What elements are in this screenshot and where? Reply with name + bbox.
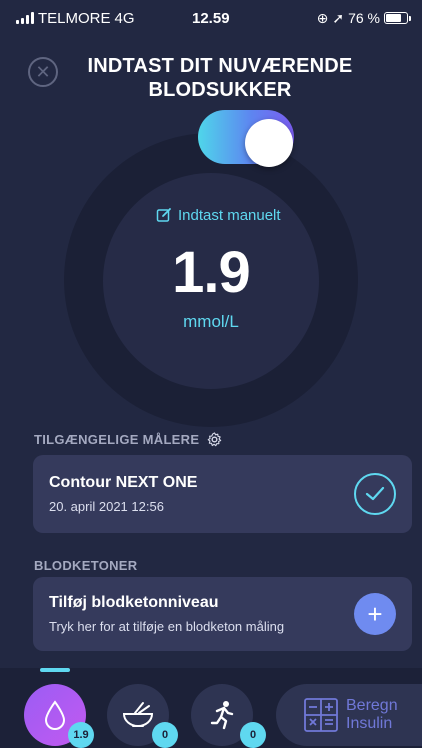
glucose-badge: 1.9 — [68, 722, 94, 748]
calculator-icon — [304, 698, 338, 732]
meters-section-title: TILGÆNGELIGE MÅLERE — [34, 432, 222, 447]
battery-fill — [386, 14, 402, 22]
carrier-name: TELMORE — [38, 9, 111, 27]
bowl-icon — [122, 702, 154, 727]
signal-icon — [16, 12, 34, 24]
add-ketone-button[interactable]: + — [354, 593, 396, 635]
meal-badge: 0 — [152, 722, 178, 748]
manual-entry-label: Indtast manuelt — [178, 206, 281, 224]
calculate-line2: Insulin — [346, 715, 393, 732]
running-icon — [210, 701, 234, 730]
drop-icon — [44, 700, 66, 730]
calculate-insulin-button[interactable]: Beregn Insulin — [276, 684, 422, 746]
meter-card[interactable]: Contour NEXT ONE 20. april 2021 12:56 — [33, 455, 412, 533]
status-bar: TELMORE 4G 12.59 ⊕ ➚ 76 % — [0, 0, 422, 36]
calculate-insulin-label: Beregn Insulin — [346, 697, 398, 733]
calculate-line1: Beregn — [346, 697, 398, 714]
glucose-unit: mmol/L — [183, 312, 239, 331]
page-title: INDTAST DIT NUVÆRENDE BLODSUKKER — [87, 55, 353, 101]
clock: 12.59 — [192, 9, 230, 27]
status-right: ⊕ ➚ 76 % — [316, 9, 411, 27]
ketone-title: Tilføj blodketonniveau — [49, 594, 219, 611]
meter-name: Contour NEXT ONE — [49, 474, 198, 491]
status-left: TELMORE 4G — [16, 10, 135, 27]
active-tab-indicator — [40, 668, 70, 672]
close-button[interactable]: ✕ — [28, 57, 58, 87]
battery-percent: 76 % — [348, 10, 380, 26]
toggle-knob[interactable] — [245, 119, 293, 167]
meter-selected-button[interactable] — [354, 473, 396, 515]
ketone-subtitle: Tryk her for at tilføje en blodketon mål… — [49, 619, 285, 634]
gear-icon[interactable] — [207, 432, 222, 447]
network-type: 4G — [114, 9, 135, 27]
plus-icon: + — [367, 599, 383, 629]
manual-entry-link[interactable]: Indtast manuelt — [156, 204, 296, 226]
orientation-lock-icon: ⊕ — [316, 9, 329, 26]
location-icon: ➚ — [332, 9, 345, 26]
meter-date: 20. april 2021 12:56 — [49, 499, 164, 514]
glucose-value[interactable]: 1.9 — [130, 240, 292, 306]
battery-icon — [384, 12, 411, 24]
edit-icon — [156, 208, 171, 222]
meters-section-label: TILGÆNGELIGE MÅLERE — [34, 432, 200, 447]
close-icon: ✕ — [35, 62, 51, 82]
activity-badge: 0 — [240, 722, 266, 748]
check-icon — [365, 486, 385, 501]
ketone-card[interactable]: Tilføj blodketonniveau Tryk her for at t… — [33, 577, 412, 651]
ketones-section-title: BLODKETONER — [34, 558, 138, 573]
